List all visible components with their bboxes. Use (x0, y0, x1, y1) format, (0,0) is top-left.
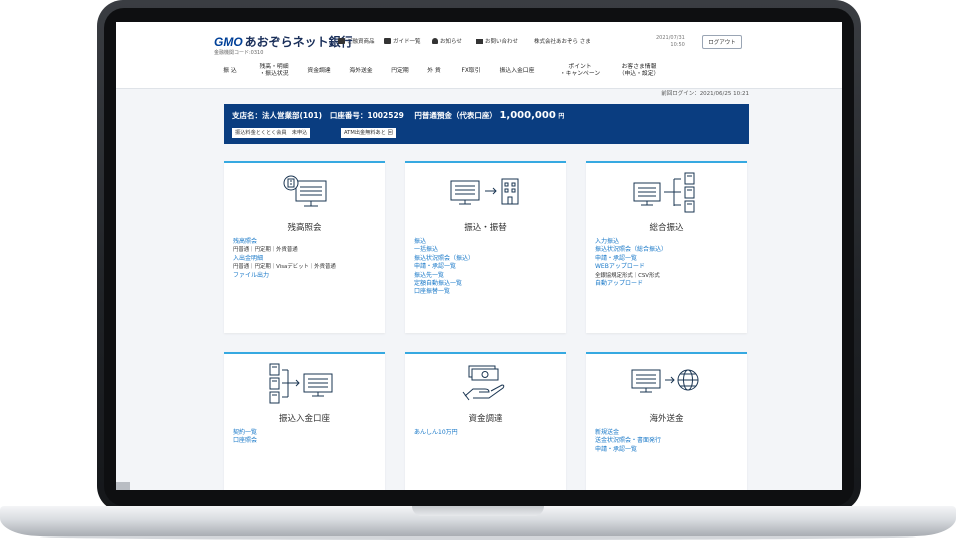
link-account-transfer[interactable]: 口座振替一覧 (414, 288, 562, 296)
card-links: 入力振込 振込状況照会（総合振込） 申請・承認一覧 WEBアップロード 全銀協規… (595, 238, 743, 288)
atm-free-tag[interactable]: ATM出金無料あと 回 (341, 128, 396, 138)
nav-fx[interactable]: FX取引 (456, 60, 486, 82)
link-payee-list[interactable]: 振込先一覧 (414, 272, 562, 280)
nav-overseas[interactable]: 海外送金 (344, 60, 378, 82)
card-title: 資金調達 (468, 414, 503, 424)
screen-corner-tab (116, 482, 130, 490)
nav-foreign-currency[interactable]: 外 貨 (422, 60, 446, 82)
guide-list-link[interactable]: ガイド一覧 (384, 37, 421, 45)
account-number: 口座番号：1002529 (329, 111, 404, 120)
global-nav: 振 込 残高・明細 ・振込状況 資金調達 海外送金 円定期 外 貨 FX取引 振… (116, 60, 842, 82)
link-approval-list[interactable]: 申請・承認一覧 (595, 446, 743, 454)
link-anshin-loan[interactable]: あんしん10万円 (414, 429, 562, 437)
notices-link[interactable]: お知らせ (432, 37, 462, 45)
logout-button[interactable]: ログアウト (702, 35, 742, 49)
link-file-export[interactable]: ファイル出力 (233, 272, 381, 280)
link-balance-inquiry[interactable]: 残高照会 (233, 238, 381, 246)
nav-deposit-account[interactable]: 振込入金口座 (494, 60, 540, 82)
util-label: お問い合わせ (485, 39, 519, 45)
loan-products-link[interactable]: ご融資商品 (338, 37, 375, 45)
link-transfer-status[interactable]: 振込状況照会（振込） (414, 255, 562, 263)
balance-label: 円普通預金（代表口座） (414, 111, 497, 120)
link-bulk-status[interactable]: 振込状況照会（総合振込） (595, 246, 743, 254)
monitor-building-icon (283, 175, 327, 207)
monitor-arrow-building-icon (450, 178, 519, 205)
link-approval-list[interactable]: 申請・承認一覧 (414, 263, 562, 271)
site-header: GMO あおぞらネット銀行 金融機関コード:0310 ご融資商品 ガイド一覧 お知… (116, 22, 842, 89)
link-transaction-history[interactable]: 入出金明細 (233, 255, 381, 263)
contact-link[interactable]: お問い合わせ (476, 37, 518, 45)
mail-icon (476, 38, 483, 44)
card-title: 振込入金口座 (278, 414, 330, 424)
account-banner: 支店名：法人営業部(101) 口座番号：1002529 円普通預金（代表口座） … (224, 104, 749, 144)
util-label: ガイド一覧 (393, 39, 421, 45)
buildings-arrow-monitor-icon (269, 363, 333, 404)
card-title: 残高照会 (287, 223, 322, 233)
card-links: 契約一覧 口座照会 (233, 429, 381, 446)
link-auto-upload[interactable]: 自動アップロード (595, 280, 743, 288)
laptop-notch (412, 506, 544, 516)
link-remittance-status[interactable]: 送金状況照会・書面発行 (595, 437, 743, 445)
link-approval-list[interactable]: 申請・承認一覧 (595, 255, 743, 263)
bank-code: 金融機関コード:0310 (214, 50, 264, 56)
logo-brand: GMO (214, 35, 243, 49)
current-date: 2021/07/31 (656, 35, 685, 41)
membership-tag[interactable]: 振込料金とくとく会員 未申込 (232, 128, 311, 138)
upload-formats[interactable]: 全銀協規定形式｜CSV形式 (595, 272, 743, 280)
document-icon (338, 38, 345, 44)
current-datetime: 2021/07/31 10:50 (656, 35, 685, 49)
logo-text: あおぞらネット銀行 (244, 35, 353, 49)
card-bulk-payment: 総合振込 入力振込 振込状況照会（総合振込） 申請・承認一覧 WEBアップロード… (586, 161, 747, 333)
card-title: 海外送金 (649, 414, 684, 424)
link-web-upload[interactable]: WEBアップロード (595, 263, 743, 271)
nav-yen-time-deposit[interactable]: 円定期 (386, 60, 414, 82)
book-icon (384, 38, 391, 44)
link-account-inquiry[interactable]: 口座照会 (233, 437, 381, 445)
nav-financing[interactable]: 資金調達 (302, 60, 336, 82)
nav-balance[interactable]: 残高・明細 ・振込状況 (252, 60, 296, 82)
card-links: 振込 一括振込 振込状況照会（振込） 申請・承認一覧 振込先一覧 定額自動振込一… (414, 238, 562, 297)
bank-logo[interactable]: GMO あおぞらネット銀行 (214, 33, 353, 50)
user-name: 株式会社あおぞら さま (534, 39, 591, 45)
current-time: 10:50 (670, 42, 685, 48)
card-overseas-remittance: 海外送金 新規送金 送金状況照会・書面発行 申請・承認一覧 (586, 352, 747, 490)
last-login: 前回ログイン：2021/06/25 10:21 (661, 91, 749, 97)
card-links: 新規送金 送金状況照会・書面発行 申請・承認一覧 (595, 429, 743, 454)
card-deposit-account: 振込入金口座 契約一覧 口座照会 (224, 352, 385, 490)
branch-label: 支店名：法人営業部(101) (232, 111, 323, 120)
bell-icon (432, 38, 438, 44)
card-title: 振込・振替 (464, 223, 507, 233)
money-hand-icon (462, 365, 505, 401)
browser-screen: GMO あおぞらネット銀行 金融機関コード:0310 ご融資商品 ガイド一覧 お知… (116, 22, 842, 490)
monitor-multi-building-icon (633, 172, 695, 213)
link-bulk-transfer[interactable]: 一括振込 (414, 246, 562, 254)
nav-points[interactable]: ポイント ・キャンペーン (552, 60, 608, 82)
card-links: 残高照会 円普通｜円定期｜外貨普通 入出金明細 円普通｜円定期｜Visaデビット… (233, 238, 381, 280)
balance-value: 1,000,000 (499, 110, 556, 121)
history-account-types[interactable]: 円普通｜円定期｜Visaデビット｜外貨普通 (233, 263, 381, 271)
card-title: 総合振込 (649, 223, 684, 233)
balance-unit: 円 (558, 113, 565, 120)
util-label: ご融資商品 (347, 39, 375, 45)
card-balance: 残高照会 残高照会 円普通｜円定期｜外貨普通 入出金明細 円普通｜円定期｜Vis… (224, 161, 385, 333)
nav-customer-info[interactable]: お客さま情報 （申込・設定） (614, 60, 664, 82)
util-label: お知らせ (440, 39, 462, 45)
monitor-globe-icon (631, 369, 699, 393)
card-financing: 資金調達 あんしん10万円 (405, 352, 566, 490)
balance-account-types[interactable]: 円普通｜円定期｜外貨普通 (233, 246, 381, 254)
nav-transfer[interactable]: 振 込 (218, 60, 242, 82)
card-links: あんしん10万円 (414, 429, 562, 437)
card-transfer: 振込・振替 振込 一括振込 振込状況照会（振込） 申請・承認一覧 振込先一覧 定… (405, 161, 566, 333)
account-summary: 支店名：法人営業部(101) 口座番号：1002529 円普通預金（代表口座） … (232, 110, 564, 121)
